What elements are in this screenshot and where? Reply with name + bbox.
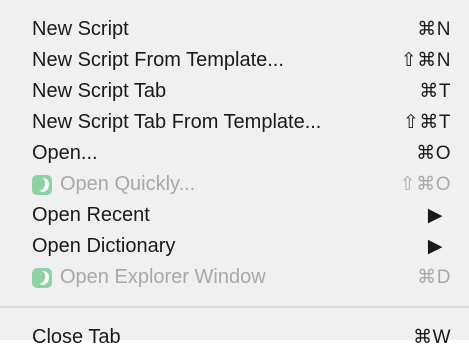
menu-item-close-tab[interactable]: Close Tab ⌘W [0, 322, 469, 353]
menu-item-label: Open Recent [32, 204, 150, 226]
script-editor-app-icon [32, 267, 52, 288]
menu-item-shortcut: ⌘T [419, 81, 451, 102]
menu-item-shortcut: ⌘W [413, 327, 451, 348]
menu-item-open-dictionary[interactable]: Open Dictionary ▶ [0, 231, 469, 262]
menu-item-shortcut: ⌘N [417, 19, 451, 40]
menu-item-label: Close Tab [32, 326, 121, 348]
menu-item-new-script-tab[interactable]: New Script Tab ⌘T [0, 76, 469, 107]
menu-item-label: New Script Tab From Template... [32, 111, 322, 133]
menu-item-shortcut: ⇧⌘O [399, 174, 451, 195]
menu-item-new-script-from-template[interactable]: New Script From Template... ⇧⌘N [0, 45, 469, 76]
menu-item-label: Open Quickly... [60, 173, 196, 195]
menu-item-label: Open Explorer Window [60, 266, 266, 288]
menu-item-label: New Script Tab [32, 80, 167, 102]
menu-item-label: New Script From Template... [32, 49, 284, 71]
menu-item-open-quickly: Open Quickly... ⇧⌘O [0, 169, 469, 200]
menu-item-shortcut: ⌘D [417, 267, 451, 288]
file-menu: New Script ⌘N New Script From Template..… [0, 0, 469, 348]
chevron-right-icon: ▶ [427, 236, 443, 257]
script-editor-app-icon [32, 174, 52, 195]
menu-item-open-recent[interactable]: Open Recent ▶ [0, 200, 469, 231]
menu-item-shortcut: ⇧⌘T [402, 112, 451, 133]
menu-item-open-explorer-window: Open Explorer Window ⌘D [0, 262, 469, 293]
menu-item-new-script-tab-from-template[interactable]: New Script Tab From Template... ⇧⌘T [0, 107, 469, 138]
menu-item-new-script[interactable]: New Script ⌘N [0, 14, 469, 45]
menu-separator [0, 306, 469, 308]
menu-item-shortcut: ⇧⌘N [400, 50, 451, 71]
menu-item-label: Open Dictionary [32, 235, 176, 257]
menu-item-label: New Script [32, 18, 129, 40]
chevron-right-icon: ▶ [427, 205, 443, 226]
menu-item-shortcut: ⌘O [416, 143, 451, 164]
menu-item-label: Open... [32, 142, 98, 164]
menu-item-open[interactable]: Open... ⌘O [0, 138, 469, 169]
